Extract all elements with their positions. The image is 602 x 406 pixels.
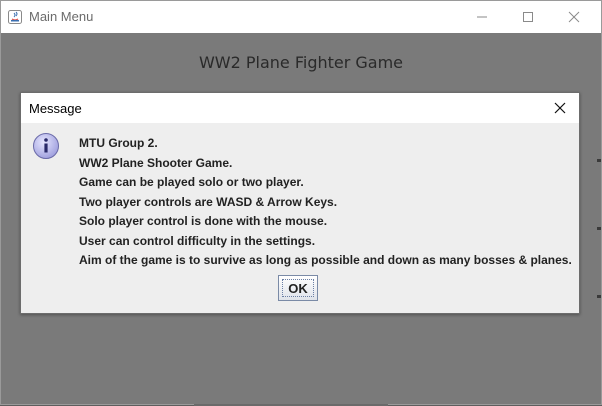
edge-mark [597, 227, 601, 230]
message-line: User can control difficulty in the setti… [79, 233, 316, 248]
message-line: Aim of the game is to survive as long as… [79, 253, 572, 267]
ok-button[interactable]: OK [278, 275, 318, 301]
minimize-icon [477, 16, 487, 18]
edge-mark [597, 159, 601, 162]
message-line: WW2 Plane Shooter Game. [79, 155, 233, 170]
focus-ring [282, 279, 314, 297]
dialog-title: Message [29, 101, 82, 116]
close-icon [554, 102, 566, 114]
edge-mark [597, 295, 601, 298]
maximize-button[interactable] [505, 1, 551, 33]
dialog-message: MTU Group 2. WW2 Plane Shooter Game. Gam… [79, 134, 574, 271]
main-window-titlebar[interactable]: Main Menu [1, 1, 601, 33]
dialog-close-button[interactable] [541, 93, 579, 123]
info-icon [33, 133, 59, 159]
minimize-button[interactable] [459, 1, 505, 33]
message-line: Solo player control is done with the mou… [79, 214, 328, 228]
maximize-icon [523, 12, 533, 22]
java-app-icon [8, 10, 22, 24]
message-line: MTU Group 2. [79, 136, 158, 150]
message-line: Game can be played solo or two player. [79, 175, 304, 189]
game-title: WW2 Plane Fighter Game [198, 53, 404, 72]
main-window-title: Main Menu [29, 9, 94, 24]
message-dialog: Message MTU Group 2. WW2 Plane Shooter G… [20, 92, 580, 314]
close-icon [568, 11, 580, 23]
message-line: Two player controls are WASD & Arrow Key… [79, 194, 338, 209]
dialog-titlebar[interactable]: Message [21, 93, 579, 123]
close-button[interactable] [551, 1, 597, 33]
